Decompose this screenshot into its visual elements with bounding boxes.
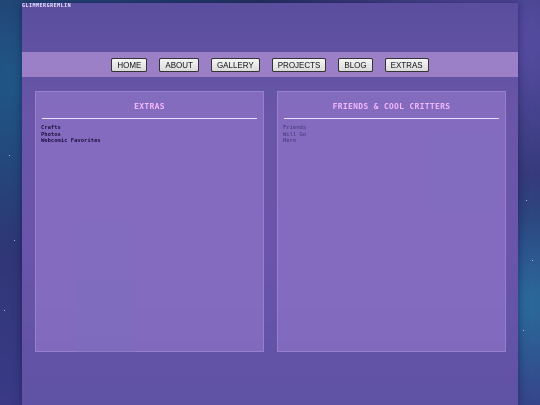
nav-extras-button[interactable]: EXTRAS [384, 57, 429, 72]
extras-heading: EXTRAS [134, 102, 165, 111]
nav-home-button[interactable]: HOME [111, 57, 148, 72]
star-speck [9, 155, 10, 156]
decorative-drip [428, 132, 498, 212]
extras-link-webcomic-favorites[interactable]: Webcomic Favorites [41, 138, 263, 145]
nav-projects-button[interactable]: PROJECTS [271, 57, 327, 72]
star-speck [523, 330, 524, 331]
friends-heading: FRIENDS & COOL CRITTERS [332, 102, 451, 111]
star-speck [4, 310, 5, 311]
divider [284, 118, 499, 119]
divider [42, 118, 257, 119]
star-speck [14, 240, 15, 241]
nav-about-button[interactable]: ABOUT [159, 57, 199, 72]
nav-blog-button[interactable]: BLOG [338, 57, 373, 72]
extras-panel: EXTRAS Crafts Photos Webcomic Favorites [35, 91, 264, 352]
nav-bar: HOME ABOUT GALLERY PROJECTS BLOG EXTRAS [22, 52, 518, 77]
star-speck [526, 200, 527, 201]
site-title: GLIMMERGREMLIN [22, 3, 72, 9]
nav-gallery-button[interactable]: GALLERY [210, 57, 260, 72]
extras-link-list: Crafts Photos Webcomic Favorites [41, 125, 263, 145]
decorative-drip [76, 222, 136, 352]
friends-panel: FRIENDS & COOL CRITTERS Friends Will Go … [277, 91, 506, 352]
star-speck [532, 260, 533, 261]
